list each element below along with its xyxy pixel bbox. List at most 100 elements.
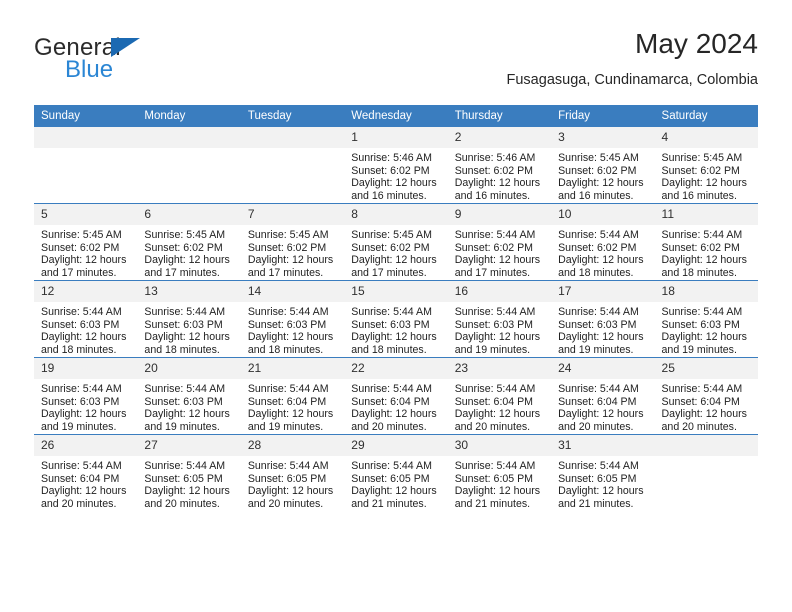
daylight-text-line1: Daylight: 12 hours — [454, 485, 541, 498]
day-info: Sunrise: 5:44 AM Sunset: 6:02 PM Daylight:… — [655, 225, 758, 279]
day-cell[interactable]: 21 Sunrise: 5:44 AM Sunset: 6:04 PM Dayligh… — [240, 357, 345, 435]
daylight-text-line1: Daylight: 12 hours — [351, 408, 437, 421]
day-cell[interactable]: 24 Sunrise: 5:44 AM Sunset: 6:04 PM Dayligh… — [551, 357, 655, 435]
day-cell[interactable]: 22 Sunrise: 5:44 AM Sunset: 6:04 PM Dayligh… — [344, 357, 448, 435]
day-cell[interactable]: 12 Sunrise: 5:44 AM Sunset: 6:03 PM Dayligh… — [34, 280, 138, 358]
day-info: Sunrise: 5:44 AM Sunset: 6:04 PM Daylight:… — [34, 456, 137, 510]
day-cell[interactable]: 16 Sunrise: 5:44 AM Sunset: 6:03 PM Dayligh… — [447, 280, 552, 358]
day-cell-inner — [240, 127, 345, 203]
weekday-header-monday: Monday — [137, 105, 241, 127]
day-cell[interactable]: 3 Sunrise: 5:45 AM Sunset: 6:02 PM Daylight… — [551, 127, 655, 204]
day-cell[interactable]: 5 Sunrise: 5:45 AM Sunset: 6:02 PM Daylight… — [34, 203, 138, 281]
day-info: Sunrise: 5:44 AM Sunset: 6:05 PM Daylight:… — [344, 456, 447, 510]
day-cell[interactable] — [240, 127, 345, 204]
day-info: Sunrise: 5:44 AM Sunset: 6:03 PM Daylight:… — [137, 302, 240, 356]
sunrise-text: Sunrise: 5:44 AM — [661, 306, 743, 318]
day-cell[interactable]: 19 Sunrise: 5:44 AM Sunset: 6:03 PM Dayligh… — [34, 357, 138, 435]
day-cell[interactable]: 2 Sunrise: 5:46 AM Sunset: 6:02 PM Daylight… — [447, 127, 552, 204]
daylight-text-line1: Daylight: 12 hours — [247, 485, 334, 498]
week-row: 5 Sunrise: 5:45 AM Sunset: 6:02 PM Daylight… — [34, 203, 758, 281]
day-number: 29 — [344, 435, 448, 456]
day-cell[interactable]: 9 Sunrise: 5:44 AM Sunset: 6:02 PM Daylight… — [447, 203, 552, 281]
sunrise-text: Sunrise: 5:45 AM — [558, 152, 639, 164]
daylight-text-line2: and 16 minutes. — [661, 189, 737, 202]
daylight-text-line1: Daylight: 12 hours — [41, 331, 127, 344]
sunset-text: Sunset: 6:03 PM — [144, 318, 223, 331]
daylight-text-line1: Daylight: 12 hours — [454, 254, 541, 267]
sunrise-text: Sunrise: 5:44 AM — [247, 460, 329, 472]
day-cell[interactable]: 31 Sunrise: 5:44 AM Sunset: 6:05 PM Dayligh… — [551, 434, 655, 511]
day-cell[interactable]: 1 Sunrise: 5:46 AM Sunset: 6:02 PM Daylight… — [344, 127, 448, 204]
day-cell[interactable]: 30 Sunrise: 5:44 AM Sunset: 6:05 PM Dayligh… — [447, 434, 552, 511]
daylight-text-line2: and 20 minutes. — [247, 497, 324, 510]
sunrise-text: Sunrise: 5:44 AM — [454, 383, 536, 395]
day-info: Sunrise: 5:44 AM Sunset: 6:03 PM Daylight:… — [655, 302, 758, 356]
day-number: 14 — [240, 281, 345, 302]
daylight-text-line1: Daylight: 12 hours — [351, 254, 437, 267]
day-cell[interactable]: 11 Sunrise: 5:44 AM Sunset: 6:02 PM Dayligh… — [654, 203, 758, 281]
day-info: Sunrise: 5:45 AM Sunset: 6:02 PM Daylight:… — [34, 225, 137, 279]
day-info: Sunrise: 5:44 AM Sunset: 6:04 PM Daylight:… — [344, 379, 447, 433]
daylight-text-line1: Daylight: 12 hours — [454, 408, 541, 421]
day-cell[interactable] — [654, 434, 758, 511]
day-cell[interactable]: 18 Sunrise: 5:44 AM Sunset: 6:03 PM Dayligh… — [654, 280, 758, 358]
sunset-text: Sunset: 6:03 PM — [247, 318, 327, 331]
daylight-text-line2: and 18 minutes. — [558, 266, 634, 279]
sunrise-text: Sunrise: 5:44 AM — [454, 306, 536, 318]
sunrise-text: Sunrise: 5:44 AM — [558, 306, 639, 318]
sunrise-text: Sunrise: 5:45 AM — [351, 229, 432, 241]
day-cell[interactable] — [34, 127, 138, 204]
day-info: Sunrise: 5:44 AM Sunset: 6:04 PM Daylight:… — [655, 379, 758, 433]
day-cell[interactable]: 8 Sunrise: 5:45 AM Sunset: 6:02 PM Daylight… — [344, 203, 448, 281]
sunrise-text: Sunrise: 5:44 AM — [661, 383, 743, 395]
day-cell[interactable]: 28 Sunrise: 5:44 AM Sunset: 6:05 PM Dayligh… — [240, 434, 345, 511]
day-cell[interactable]: 27 Sunrise: 5:44 AM Sunset: 6:05 PM Dayligh… — [137, 434, 241, 511]
day-number: 15 — [344, 281, 448, 302]
sunrise-text: Sunrise: 5:45 AM — [144, 229, 226, 241]
day-cell[interactable]: 23 Sunrise: 5:44 AM Sunset: 6:04 PM Dayligh… — [447, 357, 552, 435]
daylight-text-line1: Daylight: 12 hours — [144, 408, 230, 421]
day-cell[interactable]: 10 Sunrise: 5:44 AM Sunset: 6:02 PM Dayligh… — [551, 203, 655, 281]
daylight-text-line2: and 17 minutes. — [144, 266, 220, 279]
day-info — [34, 148, 137, 152]
day-cell[interactable]: 17 Sunrise: 5:44 AM Sunset: 6:03 PM Dayligh… — [551, 280, 655, 358]
page-header: General Blue May 2024 Fusagasuga, Cundin… — [34, 28, 758, 98]
day-info — [241, 148, 344, 152]
day-cell[interactable]: 13 Sunrise: 5:44 AM Sunset: 6:03 PM Dayligh… — [137, 280, 241, 358]
day-cell[interactable]: 20 Sunrise: 5:44 AM Sunset: 6:03 PM Dayligh… — [137, 357, 241, 435]
daylight-text-line2: and 18 minutes. — [661, 266, 737, 279]
day-cell[interactable]: 7 Sunrise: 5:45 AM Sunset: 6:02 PM Daylight… — [240, 203, 345, 281]
day-cell-inner: 31 Sunrise: 5:44 AM Sunset: 6:05 PM Dayligh… — [551, 435, 655, 511]
day-cell[interactable] — [137, 127, 241, 204]
daylight-text-line1: Daylight: 12 hours — [144, 485, 230, 498]
day-cell-inner: 3 Sunrise: 5:45 AM Sunset: 6:02 PM Daylight… — [551, 127, 655, 203]
day-info: Sunrise: 5:44 AM Sunset: 6:03 PM Daylight:… — [137, 379, 240, 433]
day-cell-inner: 29 Sunrise: 5:44 AM Sunset: 6:05 PM Dayligh… — [344, 435, 448, 511]
day-number: 10 — [551, 204, 655, 225]
day-cell-inner: 17 Sunrise: 5:44 AM Sunset: 6:03 PM Dayligh… — [551, 281, 655, 357]
day-cell[interactable]: 29 Sunrise: 5:44 AM Sunset: 6:05 PM Dayligh… — [344, 434, 448, 511]
daylight-text-line2: and 21 minutes. — [558, 497, 634, 510]
day-info: Sunrise: 5:44 AM Sunset: 6:03 PM Daylight:… — [241, 302, 344, 356]
page-title: May 2024 — [635, 28, 758, 59]
sunrise-text: Sunrise: 5:46 AM — [351, 152, 432, 164]
daylight-text-line2: and 20 minutes. — [41, 497, 117, 510]
day-cell[interactable]: 26 Sunrise: 5:44 AM Sunset: 6:04 PM Dayligh… — [34, 434, 138, 511]
day-cell[interactable]: 6 Sunrise: 5:45 AM Sunset: 6:02 PM Daylight… — [137, 203, 241, 281]
sunset-text: Sunset: 6:03 PM — [661, 318, 740, 331]
day-number: 24 — [551, 358, 655, 379]
daylight-text-line2: and 17 minutes. — [351, 266, 427, 279]
day-cell[interactable]: 25 Sunrise: 5:44 AM Sunset: 6:04 PM Dayligh… — [654, 357, 758, 435]
day-cell[interactable]: 4 Sunrise: 5:45 AM Sunset: 6:02 PM Daylight… — [654, 127, 758, 204]
day-cell-inner: 8 Sunrise: 5:45 AM Sunset: 6:02 PM Daylight… — [344, 204, 448, 280]
general-blue-logo[interactable]: General Blue — [34, 34, 234, 90]
daylight-text-line1: Daylight: 12 hours — [247, 254, 334, 267]
daylight-text-line1: Daylight: 12 hours — [351, 331, 437, 344]
day-info: Sunrise: 5:45 AM Sunset: 6:02 PM Daylight:… — [241, 225, 344, 279]
day-number: 21 — [240, 358, 345, 379]
daylight-text-line2: and 19 minutes. — [144, 420, 220, 433]
day-cell[interactable]: 15 Sunrise: 5:44 AM Sunset: 6:03 PM Dayligh… — [344, 280, 448, 358]
day-number: 2 — [447, 127, 552, 148]
day-cell[interactable]: 14 Sunrise: 5:44 AM Sunset: 6:03 PM Dayligh… — [240, 280, 345, 358]
day-number: 9 — [447, 204, 552, 225]
